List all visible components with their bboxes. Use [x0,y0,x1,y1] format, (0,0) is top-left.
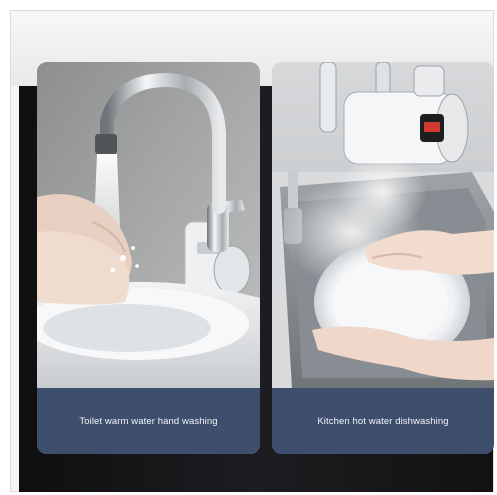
caption-bathroom: Toilet warm water hand washing [79,415,218,427]
caption-bar-kitchen: Kitchen hot water dishwashing [272,388,494,454]
panel-bathroom: Toilet warm water hand washing [37,62,260,454]
panel-kitchen: Kitchen hot water dishwashing [272,62,494,454]
bathroom-photo [37,62,260,388]
caption-bar-bathroom: Toilet warm water hand washing [37,388,260,454]
caption-kitchen: Kitchen hot water dishwashing [317,415,449,427]
kitchen-photo [272,62,494,388]
